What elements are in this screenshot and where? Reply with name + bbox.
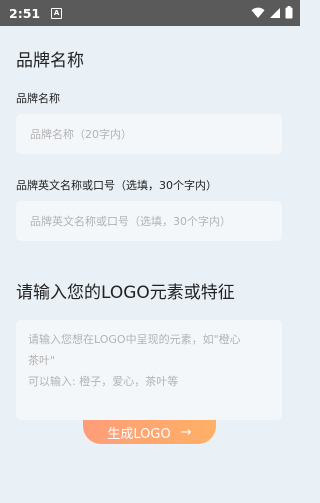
brand-name-heading: 品牌名称	[16, 51, 84, 71]
wifi-icon	[251, 7, 265, 18]
english-name-input[interactable]: 品牌英文名称或口号（选填，30个字内）	[16, 201, 282, 241]
status-time: 2:51	[9, 5, 41, 21]
english-name-placeholder: 品牌英文名称或口号（选填，30个字内）	[30, 215, 231, 228]
english-name-label: 品牌英文名称或口号（选填，30个字内）	[16, 179, 217, 192]
brand-name-placeholder: 品牌名称（20字内）	[30, 128, 132, 141]
logo-placeholder-line: 请输入您想在LOGO中呈现的元素，如"橙心	[28, 333, 241, 346]
logo-form-page: 品牌名称 品牌名称 品牌名称（20字内） 品牌英文名称或口号（选填，30个字内）…	[0, 26, 300, 503]
generate-logo-label: 生成LOGO	[107, 426, 171, 442]
logo-placeholder-line: 茶叶"	[28, 354, 56, 367]
brand-name-label: 品牌名称	[16, 92, 60, 105]
logo-elements-textarea[interactable]: 请输入您想在LOGO中呈现的元素，如"橙心 茶叶" 可以输入: 橙子，爱心，茶叶…	[16, 320, 282, 420]
logo-placeholder-line: 可以输入: 橙子，爱心，茶叶等	[28, 375, 179, 388]
status-bar: 2:51 A	[0, 0, 300, 26]
logo-elements-heading: 请输入您的LOGO元素或特征	[16, 283, 235, 303]
notification-icon: A	[51, 7, 63, 19]
battery-icon	[285, 6, 293, 19]
arrow-right-icon: →	[180, 424, 192, 440]
brand-name-input[interactable]: 品牌名称（20字内）	[16, 114, 282, 154]
generate-logo-button[interactable]: 生成LOGO →	[83, 420, 216, 444]
signal-icon	[270, 7, 280, 18]
